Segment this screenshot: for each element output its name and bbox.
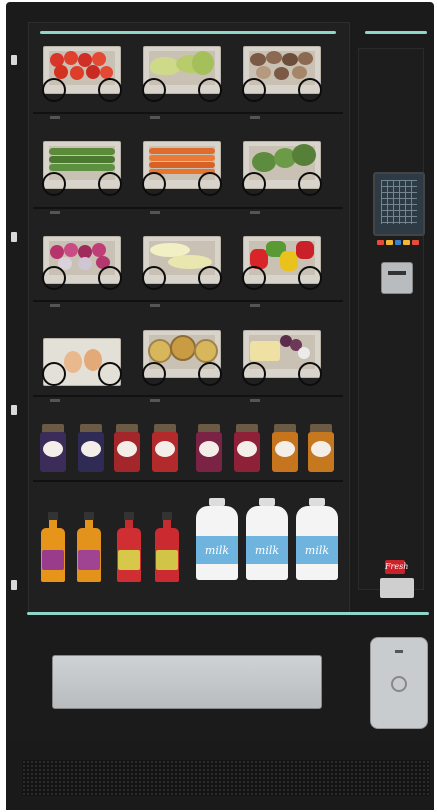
spiral-coil: [98, 266, 122, 290]
product-bottle-juice[interactable]: [116, 512, 142, 582]
spiral-coil: [142, 266, 166, 290]
milk-label: milk: [246, 536, 288, 564]
price-tag: [50, 304, 60, 307]
spiral-coil: [298, 172, 322, 196]
spiral-coil: [298, 266, 322, 290]
product-jar[interactable]: [234, 424, 260, 472]
spiral-coil: [142, 362, 166, 386]
price-tag: [150, 116, 160, 119]
product-jar[interactable]: [152, 424, 178, 472]
shelf: [33, 112, 343, 114]
panel-accent-light: [365, 31, 427, 34]
door-hinge: [11, 55, 17, 65]
shelf: [33, 300, 343, 302]
product-bottle-milk[interactable]: milk: [196, 498, 238, 580]
milk-label: milk: [296, 536, 338, 564]
spiral-coil: [42, 362, 66, 386]
spiral-coil: [142, 172, 166, 196]
price-tag: [150, 304, 160, 307]
price-tag: [250, 211, 260, 214]
spiral-coil: [42, 266, 66, 290]
shelf: [33, 207, 343, 209]
pickup-tray[interactable]: [52, 655, 322, 709]
product-bottle-milk[interactable]: milk: [246, 498, 288, 580]
price-tag: [50, 211, 60, 214]
price-tag: [50, 399, 60, 402]
door-hinge: [11, 405, 17, 415]
payment-card-icons: [377, 240, 419, 245]
product-bottle-juice[interactable]: [154, 512, 180, 582]
top-accent-light: [40, 31, 336, 34]
card-reader-icon[interactable]: [381, 262, 413, 294]
product-jar[interactable]: [114, 424, 140, 472]
product-jar[interactable]: [78, 424, 104, 472]
spiral-coil: [198, 172, 222, 196]
spiral-coil: [298, 78, 322, 102]
ventilation-grille: [22, 760, 430, 796]
price-tag: [150, 211, 160, 214]
spiral-coil: [142, 78, 166, 102]
spiral-coil: [198, 362, 222, 386]
bottom-accent-light: [27, 612, 429, 615]
door-hinge: [11, 232, 17, 242]
brand-badge: Fresh: [385, 560, 408, 574]
price-tag: [250, 304, 260, 307]
price-tag: [250, 116, 260, 119]
product-bottle-juice[interactable]: [40, 512, 66, 582]
product-jar[interactable]: [272, 424, 298, 472]
shelf: [33, 395, 343, 397]
keypad-screen-icon[interactable]: [373, 172, 425, 236]
product-jar[interactable]: [308, 424, 334, 472]
product-bottle-juice[interactable]: [76, 512, 102, 582]
price-tag: [250, 399, 260, 402]
milk-label: milk: [196, 536, 238, 564]
product-jar[interactable]: [196, 424, 222, 472]
spiral-coil: [242, 266, 266, 290]
shelf: [33, 480, 343, 482]
spiral-coil: [242, 362, 266, 386]
door-hinge: [11, 580, 17, 590]
brand-plate: [380, 578, 414, 598]
spiral-coil: [242, 78, 266, 102]
spiral-coil: [98, 78, 122, 102]
spiral-coil: [198, 266, 222, 290]
spiral-coil: [242, 172, 266, 196]
coin-slot-icon[interactable]: [370, 637, 428, 729]
spiral-coil: [42, 78, 66, 102]
price-tag: [150, 399, 160, 402]
product-jar[interactable]: [40, 424, 66, 472]
price-tag: [50, 116, 60, 119]
spiral-coil: [98, 362, 122, 386]
spiral-coil: [98, 172, 122, 196]
product-bottle-milk[interactable]: milk: [296, 498, 338, 580]
spiral-coil: [198, 78, 222, 102]
spiral-coil: [298, 362, 322, 386]
spiral-coil: [42, 172, 66, 196]
control-panel: [358, 48, 424, 590]
